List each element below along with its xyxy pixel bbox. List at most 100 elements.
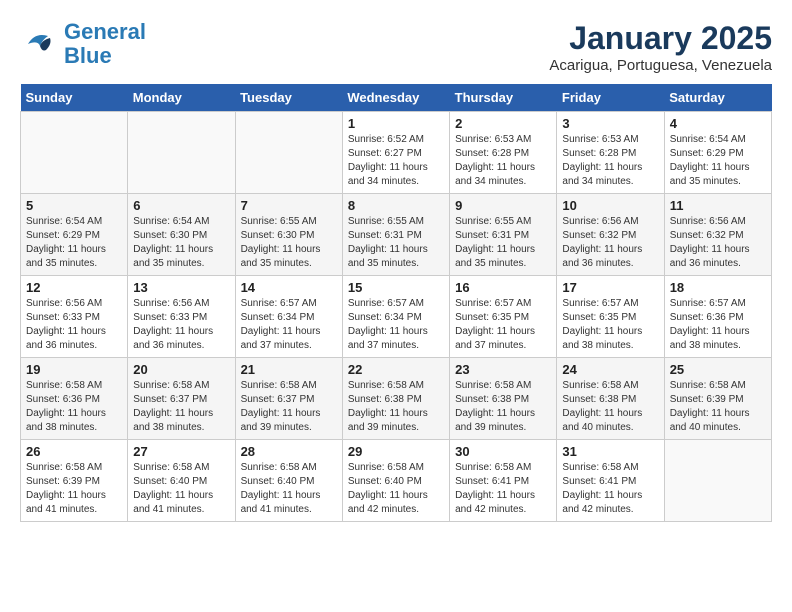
calendar-cell — [21, 112, 128, 194]
title-block: January 2025 Acarigua, Portuguesa, Venez… — [549, 20, 772, 74]
day-number: 30 — [455, 444, 551, 459]
day-number: 29 — [348, 444, 444, 459]
calendar-cell: 20Sunrise: 6:58 AMSunset: 6:37 PMDayligh… — [128, 358, 235, 440]
calendar-cell — [128, 112, 235, 194]
day-number: 12 — [26, 280, 122, 295]
day-number: 16 — [455, 280, 551, 295]
day-info: Sunrise: 6:58 AMSunset: 6:39 PMDaylight:… — [670, 379, 766, 435]
day-number: 25 — [670, 362, 766, 377]
day-number: 8 — [348, 198, 444, 213]
calendar-cell: 3Sunrise: 6:53 AMSunset: 6:28 PMDaylight… — [557, 112, 664, 194]
day-number: 31 — [562, 444, 658, 459]
column-header-thursday: Thursday — [450, 84, 557, 112]
day-info: Sunrise: 6:54 AMSunset: 6:29 PMDaylight:… — [26, 215, 122, 271]
day-number: 4 — [670, 116, 766, 131]
calendar-cell: 12Sunrise: 6:56 AMSunset: 6:33 PMDayligh… — [21, 276, 128, 358]
calendar-cell: 6 Sunrise: 6:54 AMSunset: 6:30 PMDaylight… — [128, 194, 235, 276]
day-info: Sunrise: 6:55 AMSunset: 6:31 PMDaylight:… — [455, 215, 551, 271]
calendar-week-row: 5 Sunrise: 6:54 AMSunset: 6:29 PMDaylight… — [21, 194, 772, 276]
calendar-cell: 2 Sunrise: 6:53 AMSunset: 6:28 PMDaylight… — [450, 112, 557, 194]
logo: General Blue — [20, 20, 146, 68]
day-info: Sunrise: 6:58 AMSunset: 6:41 PMDaylight:… — [562, 461, 658, 517]
day-info: Sunrise: 6:54 AMSunset: 6:30 PMDaylight:… — [133, 215, 229, 271]
day-info: Sunrise: 6:58 AMSunset: 6:37 PMDaylight:… — [241, 379, 337, 435]
day-info: Sunrise: 6:58 AMSunset: 6:38 PMDaylight:… — [348, 379, 444, 435]
day-info: Sunrise: 6:58 AMSunset: 6:38 PMDaylight:… — [562, 379, 658, 435]
calendar-cell: 23Sunrise: 6:58 AMSunset: 6:38 PMDayligh… — [450, 358, 557, 440]
location: Acarigua, Portuguesa, Venezuela — [549, 57, 772, 74]
day-info: Sunrise: 6:57 AMSunset: 6:34 PMDaylight:… — [348, 297, 444, 353]
column-header-monday: Monday — [128, 84, 235, 112]
day-info: Sunrise: 6:58 AMSunset: 6:40 PMDaylight:… — [133, 461, 229, 517]
day-info: Sunrise: 6:52 AMSunset: 6:27 PMDaylight:… — [348, 133, 444, 189]
calendar-cell: 11Sunrise: 6:56 AMSunset: 6:32 PMDayligh… — [664, 194, 771, 276]
logo-general: General — [64, 19, 146, 44]
day-number: 24 — [562, 362, 658, 377]
calendar-cell: 14 Sunrise: 6:57 AMSunset: 6:34 PMDayligh… — [235, 276, 342, 358]
calendar-cell: 16 Sunrise: 6:57 AMSunset: 6:35 PMDayligh… — [450, 276, 557, 358]
calendar-cell: 5 Sunrise: 6:54 AMSunset: 6:29 PMDaylight… — [21, 194, 128, 276]
column-header-wednesday: Wednesday — [342, 84, 449, 112]
day-number: 6 — [133, 198, 229, 213]
day-number: 19 — [26, 362, 122, 377]
day-info: Sunrise: 6:57 AMSunset: 6:36 PMDaylight:… — [670, 297, 766, 353]
day-info: Sunrise: 6:57 AMSunset: 6:34 PMDaylight:… — [241, 297, 337, 353]
day-number: 28 — [241, 444, 337, 459]
logo-text: General Blue — [64, 20, 146, 68]
calendar-cell: 24 Sunrise: 6:58 AMSunset: 6:38 PMDayligh… — [557, 358, 664, 440]
day-info: Sunrise: 6:58 AMSunset: 6:36 PMDaylight:… — [26, 379, 122, 435]
calendar-week-row: 1Sunrise: 6:52 AMSunset: 6:27 PMDaylight… — [21, 112, 772, 194]
calendar-cell: 8 Sunrise: 6:55 AMSunset: 6:31 PMDaylight… — [342, 194, 449, 276]
column-header-sunday: Sunday — [21, 84, 128, 112]
day-number: 17 — [562, 280, 658, 295]
calendar-cell: 22 Sunrise: 6:58 AMSunset: 6:38 PMDayligh… — [342, 358, 449, 440]
column-header-tuesday: Tuesday — [235, 84, 342, 112]
day-number: 26 — [26, 444, 122, 459]
day-info: Sunrise: 6:58 AMSunset: 6:40 PMDaylight:… — [241, 461, 337, 517]
day-number: 3 — [562, 116, 658, 131]
column-header-saturday: Saturday — [664, 84, 771, 112]
day-number: 10 — [562, 198, 658, 213]
calendar-week-row: 19 Sunrise: 6:58 AMSunset: 6:36 PMDayligh… — [21, 358, 772, 440]
day-number: 13 — [133, 280, 229, 295]
calendar-cell: 18 Sunrise: 6:57 AMSunset: 6:36 PMDayligh… — [664, 276, 771, 358]
calendar-cell: 15 Sunrise: 6:57 AMSunset: 6:34 PMDayligh… — [342, 276, 449, 358]
month-title: January 2025 — [549, 20, 772, 57]
calendar-cell: 10Sunrise: 6:56 AMSunset: 6:32 PMDayligh… — [557, 194, 664, 276]
day-info: Sunrise: 6:58 AMSunset: 6:39 PMDaylight:… — [26, 461, 122, 517]
day-number: 14 — [241, 280, 337, 295]
day-number: 22 — [348, 362, 444, 377]
logo-blue: Blue — [64, 43, 112, 68]
day-info: Sunrise: 6:57 AMSunset: 6:35 PMDaylight:… — [455, 297, 551, 353]
calendar-header-row: SundayMondayTuesdayWednesdayThursdayFrid… — [21, 84, 772, 112]
calendar-cell: 9 Sunrise: 6:55 AMSunset: 6:31 PMDaylight… — [450, 194, 557, 276]
page-header: General Blue January 2025 Acarigua, Port… — [20, 20, 772, 74]
calendar-cell: 31 Sunrise: 6:58 AMSunset: 6:41 PMDayligh… — [557, 440, 664, 522]
day-number: 23 — [455, 362, 551, 377]
calendar-cell: 30 Sunrise: 6:58 AMSunset: 6:41 PMDayligh… — [450, 440, 557, 522]
calendar-cell: 26 Sunrise: 6:58 AMSunset: 6:39 PMDayligh… — [21, 440, 128, 522]
day-info: Sunrise: 6:57 AMSunset: 6:35 PMDaylight:… — [562, 297, 658, 353]
day-info: Sunrise: 6:55 AMSunset: 6:31 PMDaylight:… — [348, 215, 444, 271]
calendar-cell: 17 Sunrise: 6:57 AMSunset: 6:35 PMDayligh… — [557, 276, 664, 358]
day-info: Sunrise: 6:58 AMSunset: 6:41 PMDaylight:… — [455, 461, 551, 517]
day-number: 15 — [348, 280, 444, 295]
day-info: Sunrise: 6:56 AMSunset: 6:33 PMDaylight:… — [133, 297, 229, 353]
day-number: 11 — [670, 198, 766, 213]
day-number: 2 — [455, 116, 551, 131]
day-info: Sunrise: 6:53 AMSunset: 6:28 PMDaylight:… — [455, 133, 551, 189]
calendar-cell: 28 Sunrise: 6:58 AMSunset: 6:40 PMDayligh… — [235, 440, 342, 522]
calendar-cell — [235, 112, 342, 194]
day-number: 18 — [670, 280, 766, 295]
day-number: 5 — [26, 198, 122, 213]
day-number: 21 — [241, 362, 337, 377]
day-info: Sunrise: 6:55 AMSunset: 6:30 PMDaylight:… — [241, 215, 337, 271]
calendar-table: SundayMondayTuesdayWednesdayThursdayFrid… — [20, 84, 772, 522]
day-number: 20 — [133, 362, 229, 377]
calendar-cell: 7Sunrise: 6:55 AMSunset: 6:30 PMDaylight… — [235, 194, 342, 276]
calendar-week-row: 26 Sunrise: 6:58 AMSunset: 6:39 PMDayligh… — [21, 440, 772, 522]
calendar-cell: 27 Sunrise: 6:58 AMSunset: 6:40 PMDayligh… — [128, 440, 235, 522]
calendar-cell: 4Sunrise: 6:54 AMSunset: 6:29 PMDaylight… — [664, 112, 771, 194]
day-number: 9 — [455, 198, 551, 213]
day-number: 27 — [133, 444, 229, 459]
